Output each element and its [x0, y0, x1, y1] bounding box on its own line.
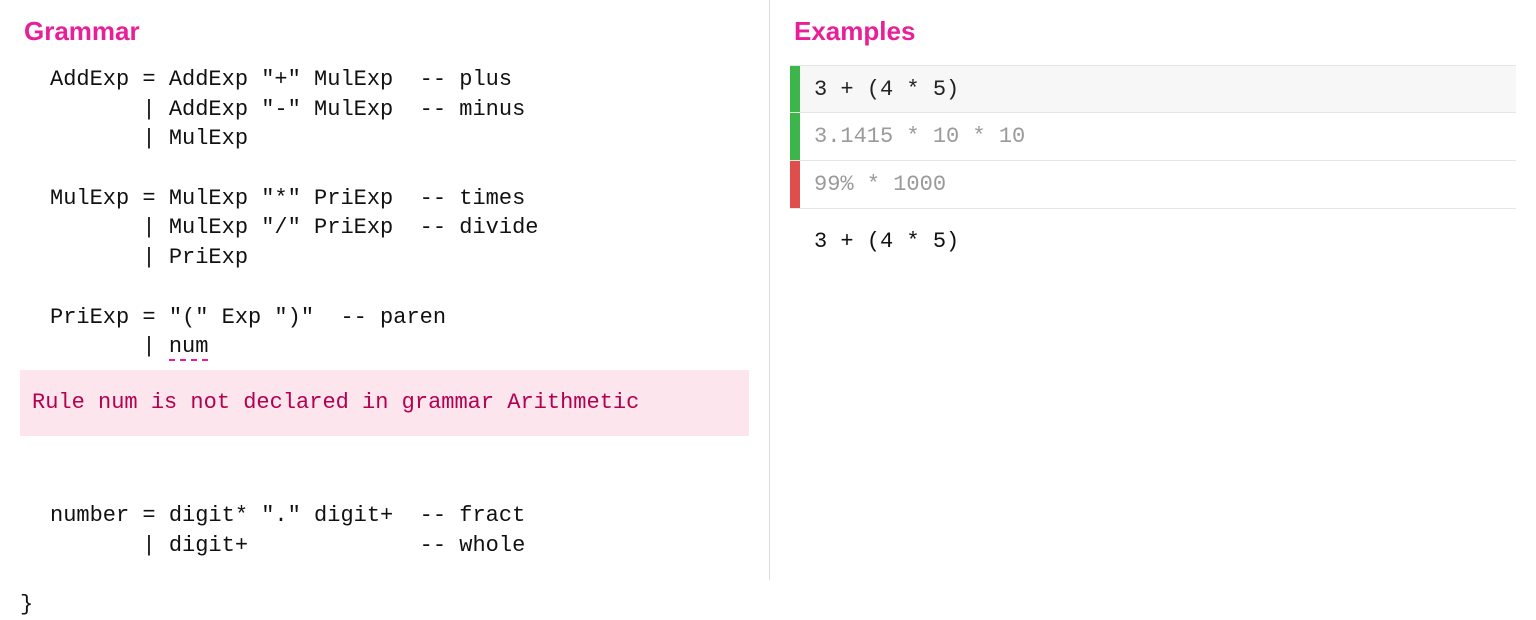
example-text: 99% * 1000 [800, 161, 1516, 208]
grammar-closing-brace: } [20, 592, 33, 617]
examples-list: 3 + (4 * 5) 3.1415 * 10 * 10 99% * 1000 [790, 65, 1516, 209]
grammar-code-before: AddExp = AddExp "+" MulExp -- plus | Add… [50, 67, 538, 359]
grammar-editor[interactable]: AddExp = AddExp "+" MulExp -- plus | Add… [20, 65, 749, 620]
examples-pane: Examples 3 + (4 * 5) 3.1415 * 10 * 10 99… [770, 0, 1536, 580]
example-detail: 3 + (4 * 5) [790, 209, 1516, 266]
status-indicator-pass [790, 113, 800, 160]
grammar-error-token[interactable]: num [169, 334, 209, 361]
grammar-code-after: number = digit* "." digit+ -- fract | di… [50, 503, 525, 558]
example-text: 3 + (4 * 5) [800, 66, 1516, 112]
example-text: 3.1415 * 10 * 10 [800, 113, 1516, 160]
status-indicator-fail [790, 161, 800, 208]
examples-title: Examples [790, 16, 1516, 47]
grammar-title: Grammar [20, 16, 749, 47]
status-indicator-pass [790, 66, 800, 112]
grammar-error-message: Rule num is not declared in grammar Arit… [20, 370, 749, 436]
example-row[interactable]: 99% * 1000 [790, 161, 1516, 209]
grammar-pane: Grammar AddExp = AddExp "+" MulExp -- pl… [0, 0, 770, 580]
example-row[interactable]: 3.1415 * 10 * 10 [790, 113, 1516, 161]
example-row[interactable]: 3 + (4 * 5) [790, 65, 1516, 113]
